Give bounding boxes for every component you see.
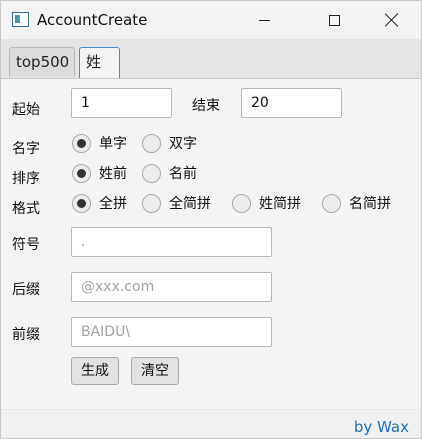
radio-selected-icon <box>72 163 91 183</box>
app-window: AccountCreate top500 姓氏 起始 结束 名字 单字 双字 排… <box>0 0 422 439</box>
radio-surname-abbrev[interactable]: 姓简拼 <box>232 193 301 213</box>
close-button[interactable] <box>369 1 415 39</box>
symbol-label: 符号 <box>12 237 40 253</box>
tab-surname[interactable]: 姓氏 <box>79 47 120 99</box>
window-title: AccountCreate <box>37 11 148 29</box>
author-credit: by Wax <box>353 418 409 436</box>
format-label: 格式 <box>12 201 40 217</box>
radio-unselected-icon <box>142 133 161 153</box>
radio-label: 全简拼 <box>169 196 211 212</box>
radio-label: 名简拼 <box>349 196 391 212</box>
radio-unselected-icon <box>322 193 341 213</box>
status-bar: by Wax <box>1 409 421 438</box>
prefix-label: 前缀 <box>12 327 40 343</box>
clear-button[interactable]: 清空 <box>131 357 179 385</box>
app-icon <box>12 12 29 27</box>
radio-label: 名前 <box>169 166 197 182</box>
generate-button[interactable]: 生成 <box>71 357 119 385</box>
start-input[interactable] <box>71 88 172 118</box>
radio-selected-icon <box>72 193 91 213</box>
radio-full-abbrev[interactable]: 全简拼 <box>142 193 211 213</box>
radio-name-first[interactable]: 名前 <box>142 163 197 183</box>
maximize-icon <box>328 14 340 26</box>
radio-label: 姓简拼 <box>259 196 301 212</box>
tab-bar: top500 姓氏 <box>1 39 421 99</box>
symbol-input[interactable] <box>71 227 272 257</box>
radio-label: 双字 <box>169 136 197 152</box>
radio-full-pinyin[interactable]: 全拼 <box>72 193 127 213</box>
end-label: 结束 <box>192 98 220 114</box>
radio-single-char[interactable]: 单字 <box>72 133 127 153</box>
minimize-icon <box>258 19 270 21</box>
close-icon <box>385 13 399 27</box>
name-type-label: 名字 <box>12 141 40 157</box>
tab-content: 起始 结束 名字 单字 双字 排序 姓前 名前 格式 全拼 <box>1 79 421 409</box>
suffix-input[interactable] <box>71 272 272 302</box>
radio-given-abbrev[interactable]: 名简拼 <box>322 193 391 213</box>
radio-label: 全拼 <box>99 196 127 212</box>
suffix-label: 后缀 <box>12 282 40 298</box>
maximize-button[interactable] <box>311 1 357 39</box>
radio-unselected-icon <box>142 163 161 183</box>
minimize-button[interactable] <box>241 1 287 39</box>
radio-double-char[interactable]: 双字 <box>142 133 197 153</box>
radio-selected-icon <box>72 133 91 153</box>
prefix-input[interactable] <box>71 317 272 347</box>
start-label: 起始 <box>12 102 40 118</box>
radio-unselected-icon <box>232 193 251 213</box>
radio-label: 单字 <box>99 136 127 152</box>
radio-surname-first[interactable]: 姓前 <box>72 163 127 183</box>
title-bar: AccountCreate <box>1 1 421 39</box>
tab-top500[interactable]: top500 <box>9 47 75 77</box>
end-input[interactable] <box>241 88 342 118</box>
radio-unselected-icon <box>142 193 161 213</box>
radio-label: 姓前 <box>99 166 127 182</box>
order-label: 排序 <box>12 171 40 187</box>
